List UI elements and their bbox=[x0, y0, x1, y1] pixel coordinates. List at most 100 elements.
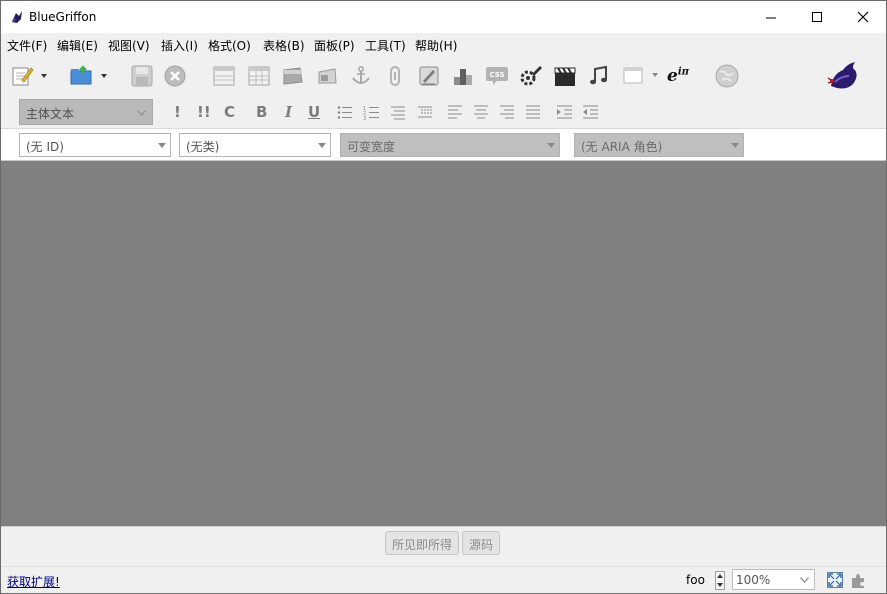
definition-list-icon[interactable] bbox=[390, 105, 406, 120]
strong-button[interactable]: !! bbox=[197, 103, 211, 121]
insert-section-button[interactable] bbox=[280, 63, 306, 89]
chevron-down-icon[interactable] bbox=[101, 73, 107, 79]
menu-help[interactable]: 帮助(H) bbox=[415, 37, 457, 54]
insert-image-button[interactable] bbox=[314, 63, 340, 89]
get-extensions-link[interactable]: 获取扩展! bbox=[7, 573, 60, 590]
menu-panels[interactable]: 面板(P) bbox=[314, 37, 355, 54]
music-note-icon bbox=[590, 65, 607, 85]
class-select[interactable]: (无类) bbox=[179, 133, 331, 157]
source-tab[interactable]: 源码 bbox=[462, 531, 501, 555]
view-mode-bar: 所见即所得 源码 bbox=[1, 526, 886, 566]
open-document-button[interactable] bbox=[69, 63, 95, 89]
insert-audio-button[interactable] bbox=[586, 63, 612, 89]
foo-label: foo bbox=[686, 573, 705, 587]
math-icon-base: e bbox=[667, 66, 678, 86]
title-bar: BlueGriffon bbox=[1, 1, 886, 33]
style-properties-button[interactable] bbox=[518, 63, 544, 89]
griffon-logo-icon bbox=[827, 62, 857, 89]
width-select[interactable]: 可变宽度 bbox=[340, 133, 560, 157]
insert-link-button[interactable] bbox=[382, 63, 408, 89]
grid-icon bbox=[248, 66, 270, 86]
menu-view[interactable]: 视图(V) bbox=[108, 37, 150, 54]
link-icon bbox=[390, 66, 400, 86]
id-select-value: (无 ID) bbox=[26, 140, 64, 154]
bluegriffon-logo bbox=[825, 59, 861, 93]
new-document-button[interactable] bbox=[9, 63, 35, 89]
css-icon: CSS bbox=[486, 67, 508, 85]
wrench-gear-icon bbox=[520, 66, 542, 86]
chevron-down-icon[interactable] bbox=[652, 72, 658, 78]
minimize-button[interactable] bbox=[748, 1, 794, 33]
main-toolbar: CSS eiπ bbox=[1, 55, 886, 97]
preview-browser-button[interactable] bbox=[714, 63, 740, 89]
aria-role-select-value: (无 ARIA 角色) bbox=[581, 140, 663, 154]
indent-icon[interactable] bbox=[557, 105, 573, 119]
blockquote-icon[interactable] bbox=[417, 105, 433, 120]
maximize-button[interactable] bbox=[794, 1, 840, 33]
align-right-icon[interactable] bbox=[500, 105, 515, 119]
insert-html5-button[interactable] bbox=[620, 63, 646, 89]
bar-chart-icon bbox=[454, 69, 472, 85]
menu-tools[interactable]: 工具(T) bbox=[365, 37, 406, 54]
insert-table-button[interactable] bbox=[211, 63, 237, 89]
insert-video-button[interactable] bbox=[552, 63, 578, 89]
paragraph-format-select[interactable]: 主体文本 bbox=[19, 99, 153, 125]
bulleted-list-icon[interactable] bbox=[337, 105, 353, 120]
save-button[interactable] bbox=[129, 63, 155, 89]
minimize-icon bbox=[765, 17, 776, 18]
id-select[interactable]: (无 ID) bbox=[19, 133, 171, 157]
menu-file[interactable]: 文件(F) bbox=[7, 37, 47, 54]
insert-form-button[interactable] bbox=[416, 63, 442, 89]
css-icon-label: CSS bbox=[489, 71, 504, 79]
insert-anchor-button[interactable] bbox=[348, 63, 374, 89]
chevron-down-icon[interactable] bbox=[41, 73, 47, 79]
code-button[interactable]: C bbox=[224, 103, 235, 121]
editor-area[interactable] bbox=[1, 161, 886, 526]
bluegriffon-app-icon bbox=[12, 11, 22, 23]
image-icon bbox=[318, 68, 337, 84]
chevron-down-icon bbox=[547, 143, 555, 148]
align-left-icon[interactable] bbox=[448, 105, 463, 119]
chevron-down-icon bbox=[800, 577, 809, 583]
app-window: BlueGriffon 文件(F) 编辑(E) 视图(V) 插入(I) 格式(O… bbox=[0, 0, 887, 594]
insert-grid-button[interactable] bbox=[246, 63, 272, 89]
window-title: BlueGriffon bbox=[29, 10, 97, 24]
outdent-icon[interactable] bbox=[583, 105, 599, 119]
globe-icon bbox=[715, 64, 739, 88]
close-icon bbox=[857, 11, 869, 23]
zoom-select[interactable]: 100% bbox=[732, 569, 815, 590]
wysiwyg-tab[interactable]: 所见即所得 bbox=[385, 531, 460, 555]
menu-edit[interactable]: 编辑(E) bbox=[57, 37, 98, 54]
italic-button[interactable]: I bbox=[285, 103, 292, 121]
css-button[interactable]: CSS bbox=[484, 63, 510, 89]
menu-insert[interactable]: 插入(I) bbox=[161, 37, 198, 54]
close-button[interactable] bbox=[840, 1, 886, 33]
puzzle-piece-icon[interactable] bbox=[850, 572, 866, 588]
aria-role-select[interactable]: (无 ARIA 角色) bbox=[574, 133, 744, 157]
numbered-list-icon[interactable]: 1 2 3 bbox=[363, 105, 380, 120]
zoom-value: 100% bbox=[736, 573, 771, 587]
chevron-down-icon bbox=[137, 110, 146, 116]
window-frame-icon bbox=[623, 67, 643, 84]
svg-text:3: 3 bbox=[363, 116, 366, 120]
width-select-value: 可变宽度 bbox=[347, 140, 396, 154]
chevron-down-icon bbox=[318, 143, 326, 148]
math-icon: eiπ bbox=[667, 66, 689, 86]
insert-math-button[interactable]: eiπ bbox=[663, 63, 693, 89]
stop-button[interactable] bbox=[162, 63, 188, 89]
form-icon bbox=[419, 66, 439, 86]
menu-table[interactable]: 表格(B) bbox=[263, 37, 305, 54]
menu-format[interactable]: 格式(O) bbox=[208, 37, 251, 54]
insert-chart-button[interactable] bbox=[450, 63, 476, 89]
fullscreen-icon[interactable] bbox=[827, 572, 843, 588]
table-icon bbox=[213, 66, 235, 86]
align-center-icon[interactable] bbox=[474, 105, 489, 119]
chevron-down-icon bbox=[731, 143, 739, 148]
bold-button[interactable]: B bbox=[256, 103, 267, 121]
math-icon-exponent: iπ bbox=[677, 66, 689, 78]
emphasis-button[interactable]: ! bbox=[174, 103, 181, 121]
zoom-stepper-icon[interactable] bbox=[715, 571, 725, 590]
underline-button[interactable]: U bbox=[308, 103, 320, 121]
clapperboard-icon bbox=[554, 67, 576, 86]
align-justify-icon[interactable] bbox=[526, 105, 541, 119]
